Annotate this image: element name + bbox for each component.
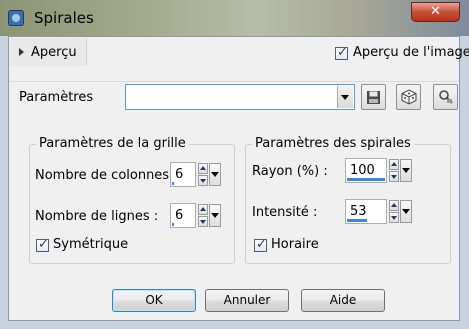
radius-dropdown-button[interactable] [400, 159, 412, 182]
presets-label: Paramètres [19, 90, 94, 105]
clockwise-checkbox[interactable]: ✓ [254, 237, 267, 252]
dice-icon [401, 89, 417, 109]
radius-label: Rayon (%) : [252, 164, 328, 179]
title-bar[interactable]: Spirales ✕ [0, 0, 469, 36]
floppy-disk-icon [366, 91, 381, 109]
columns-decrement-button[interactable] [198, 175, 208, 186]
reset-icon [438, 90, 454, 109]
radius-level-bar [347, 178, 385, 181]
reset-preset-button[interactable] [433, 84, 458, 110]
divider [9, 81, 459, 82]
random-preset-button[interactable] [396, 84, 421, 110]
radius-decrement-button[interactable] [389, 171, 399, 182]
rows-increment-button[interactable] [198, 204, 208, 215]
rows-label: Nombre de lignes : [35, 209, 159, 224]
columns-value: 6 [175, 167, 184, 182]
intensity-dropdown-button[interactable] [400, 200, 412, 223]
image-preview-checkbox[interactable]: ✓ [335, 45, 348, 60]
columns-level-bar [172, 182, 174, 185]
columns-increment-button[interactable] [198, 163, 208, 174]
image-preview-label: Aperçu de l'image [353, 45, 469, 60]
cancel-button[interactable]: Annuler [205, 289, 289, 312]
intensity-decrement-button[interactable] [389, 212, 399, 223]
ok-button[interactable]: OK [112, 289, 196, 312]
dialog-body: Aperçu ✓ Aperçu de l'image Paramètres Pa… [8, 36, 469, 321]
spirals-settings-title: Paramètres des spirales [252, 136, 414, 151]
preview-toggle[interactable]: Aperçu [10, 38, 87, 66]
columns-input[interactable]: 6 [170, 162, 196, 187]
presets-combobox[interactable] [125, 84, 355, 110]
expand-triangle-icon [19, 48, 24, 56]
rows-value: 6 [175, 208, 184, 223]
rows-input[interactable]: 6 [170, 203, 196, 228]
intensity-input[interactable]: 53 [345, 199, 387, 224]
rows-dropdown-button[interactable] [209, 204, 221, 227]
save-preset-button[interactable] [361, 84, 386, 110]
intensity-increment-button[interactable] [389, 200, 399, 211]
intensity-label: Intensité : [252, 205, 318, 220]
dialog-window: Spirales ✕ Aperçu ✓ Aperçu de l'image Pa… [0, 0, 469, 329]
checkmark-icon: ✓ [38, 237, 49, 252]
checkmark-icon: ✓ [337, 45, 348, 60]
window-title: Spirales [34, 9, 94, 27]
close-icon: ✕ [430, 4, 441, 19]
radius-increment-button[interactable] [389, 159, 399, 170]
intensity-level-bar [347, 219, 367, 222]
symmetric-label: Symétrique [53, 237, 129, 252]
preview-label: Aperçu [31, 45, 77, 60]
grid-settings-title: Paramètres de la grille [36, 136, 189, 151]
chevron-down-icon[interactable] [337, 86, 353, 108]
radius-value: 100 [350, 163, 375, 178]
preview-bar: Aperçu ✓ Aperçu de l'image [10, 38, 469, 66]
app-icon [8, 10, 24, 26]
symmetric-checkbox[interactable]: ✓ [36, 237, 49, 252]
columns-dropdown-button[interactable] [209, 163, 221, 186]
rows-level-bar [172, 223, 174, 226]
help-button[interactable]: Aide [301, 289, 385, 312]
intensity-value: 53 [350, 204, 367, 219]
rows-decrement-button[interactable] [198, 216, 208, 227]
close-button[interactable]: ✕ [411, 2, 460, 22]
radius-input[interactable]: 100 [345, 158, 387, 183]
clockwise-label: Horaire [271, 237, 319, 252]
columns-label: Nombre de colonnes : [35, 168, 178, 183]
checkmark-icon: ✓ [256, 237, 267, 252]
